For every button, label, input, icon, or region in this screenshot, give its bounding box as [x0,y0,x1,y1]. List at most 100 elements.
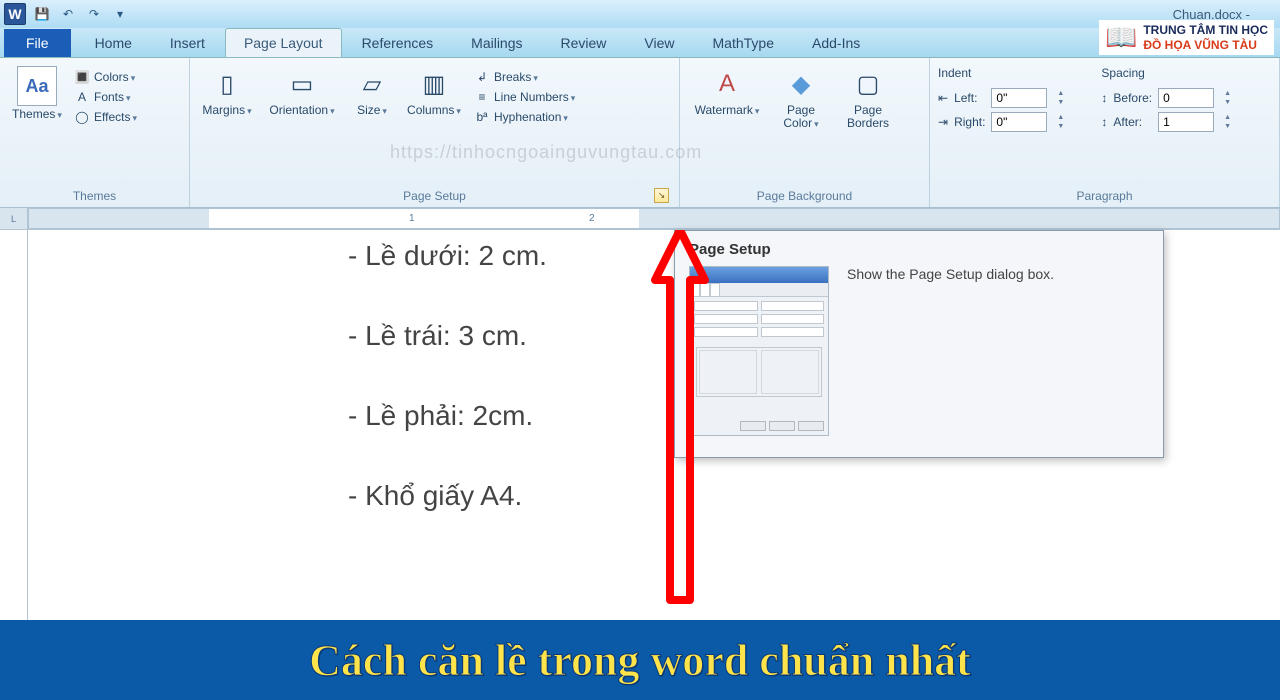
ruler-tick: 1 [409,213,415,224]
tab-file[interactable]: File [4,29,71,57]
columns-label: Columns [407,104,461,117]
tab-insert[interactable]: Insert [152,29,223,57]
colors-label: Colors [94,70,135,84]
colors-icon: 🔳 [74,69,90,85]
indent-right-input[interactable] [991,112,1047,132]
fonts-icon: A [74,89,90,105]
theme-colors-button[interactable]: 🔳 Colors [72,68,139,86]
size-label: Size [357,104,387,117]
line-numbers-button[interactable]: ≡ Line Numbers [472,88,577,106]
tab-view[interactable]: View [626,29,692,57]
tab-addins[interactable]: Add-Ins [794,29,878,57]
tab-mathtype[interactable]: MathType [695,29,792,57]
watermark-icon: A [709,66,745,102]
spacing-after-input[interactable] [1158,112,1214,132]
group-page-background-label: Page Background [688,187,921,205]
redo-icon[interactable]: ↷ [84,4,104,24]
margins-label: Margins [202,104,251,117]
spacing-before-label: Before: [1113,91,1152,105]
book-icon: 📖 [1105,22,1137,53]
spacing-title: Spacing [1101,66,1238,80]
spacing-before-icon: ↕ [1101,91,1107,105]
themes-label: Themes [12,108,62,121]
spacing-after-spinner[interactable]: ▲▼ [1224,113,1238,131]
tooltip-title: Page Setup [689,241,1149,258]
spacing-before-input[interactable] [1158,88,1214,108]
spacing-section: Spacing ↕ Before: ▲▼ ↕ After: ▲▼ [1101,66,1238,132]
orientation-button[interactable]: ▭ Orientation [262,62,342,117]
margins-button[interactable]: ▯ Margins [198,62,256,117]
corner-line1: TRUNG TÂM TIN HỌC [1143,23,1268,37]
breaks-button[interactable]: ↲Breaks [472,68,577,86]
doc-line: - Khổ giấy A4. [348,480,1280,512]
group-paragraph: Indent ⇤ Left: ▲▼ ⇥ Right: ▲▼ Spacing ↕ … [930,58,1280,207]
columns-icon: ▥ [416,66,452,102]
banner-text: Cách căn lề trong word chuẩn nhất [309,635,971,686]
hyphenation-button[interactable]: bª Hyphenation [472,108,577,126]
themes-button[interactable]: Aa Themes [8,62,66,121]
ribbon-tabs: File Home Insert Page Layout References … [0,28,1280,58]
indent-right-spinner[interactable]: ▲▼ [1057,113,1071,131]
vertical-ruler[interactable] [0,230,28,620]
fonts-label: Fonts [94,90,131,104]
indent-right-icon: ⇥ [938,115,948,129]
line-numbers-icon: ≡ [474,89,490,105]
tab-page-layout[interactable]: Page Layout [225,28,342,57]
line-numbers-label: Line Numbers [494,90,575,104]
group-themes-label: Themes [8,187,181,205]
group-page-background: A Watermark ◆ Page Color ▢ Page Borders … [680,58,930,207]
page-setup-tooltip: Page Setup Show the Page Setup dialog bo… [674,230,1164,458]
page-color-label: Page Color [772,104,830,130]
theme-fonts-button[interactable]: A Fonts [72,88,139,106]
title-bar: W 💾 ↶ ↷ ▾ Chuan.docx - [0,0,1280,28]
theme-effects-button[interactable]: ◯Effects [72,108,139,126]
page-color-button[interactable]: ◆ Page Color [772,62,830,130]
indent-left-spinner[interactable]: ▲▼ [1057,89,1071,107]
page-borders-button[interactable]: ▢ Page Borders [836,62,900,130]
size-button[interactable]: ▱ Size [348,62,396,117]
group-page-setup-label: Page Setup ↘ [198,187,671,205]
columns-button[interactable]: ▥ Columns [402,62,466,117]
indent-right-label: Right: [954,115,985,129]
spacing-before-spinner[interactable]: ▲▼ [1224,89,1238,107]
hyphenation-label: Hyphenation [494,110,568,124]
spacing-after-icon: ↕ [1101,115,1107,129]
tooltip-description: Show the Page Setup dialog box. [847,266,1054,282]
page-borders-icon: ▢ [850,66,886,102]
corner-line2: ĐỒ HỌA VŨNG TÀU [1143,38,1268,52]
indent-left-input[interactable] [991,88,1047,108]
hyphenation-icon: bª [474,109,490,125]
themes-icon: Aa [17,66,57,106]
spacing-after-label: After: [1113,115,1152,129]
group-page-setup: ▯ Margins ▭ Orientation ▱ Size ▥ Columns… [190,58,680,207]
word-app-icon: W [4,3,26,25]
orientation-icon: ▭ [284,66,320,102]
indent-left-icon: ⇤ [938,91,948,105]
watermark-button[interactable]: A Watermark [688,62,766,117]
orientation-label: Orientation [269,104,334,117]
qat-customize-icon[interactable]: ▾ [110,4,130,24]
tab-mailings[interactable]: Mailings [453,29,540,57]
horizontal-ruler[interactable]: 1 2 [28,208,1280,229]
bottom-banner: Cách căn lề trong word chuẩn nhất [0,620,1280,700]
page-setup-dialog-launcher[interactable]: ↘ [654,188,669,203]
tab-references[interactable]: References [344,29,452,57]
undo-icon[interactable]: ↶ [58,4,78,24]
group-themes: Aa Themes 🔳 Colors A Fonts ◯Effects Themes [0,58,190,207]
corner-logo: 📖 TRUNG TÂM TIN HỌC ĐỒ HỌA VŨNG TÀU [1099,20,1274,55]
watermark-label: Watermark [695,104,760,117]
page-borders-label: Page Borders [836,104,900,130]
tab-home[interactable]: Home [77,29,150,57]
quick-access-toolbar: 💾 ↶ ↷ ▾ [32,4,130,24]
breaks-icon: ↲ [474,69,490,85]
tab-review[interactable]: Review [543,29,625,57]
tooltip-thumbnail-icon [689,266,829,436]
indent-section: Indent ⇤ Left: ▲▼ ⇥ Right: ▲▼ [938,66,1071,132]
indent-left-label: Left: [954,91,985,105]
page-color-icon: ◆ [783,66,819,102]
ruler-corner-icon: L [0,208,28,229]
save-icon[interactable]: 💾 [32,4,52,24]
ribbon: Aa Themes 🔳 Colors A Fonts ◯Effects Themes… [0,58,1280,208]
size-icon: ▱ [354,66,390,102]
effects-label: Effects [94,110,137,124]
